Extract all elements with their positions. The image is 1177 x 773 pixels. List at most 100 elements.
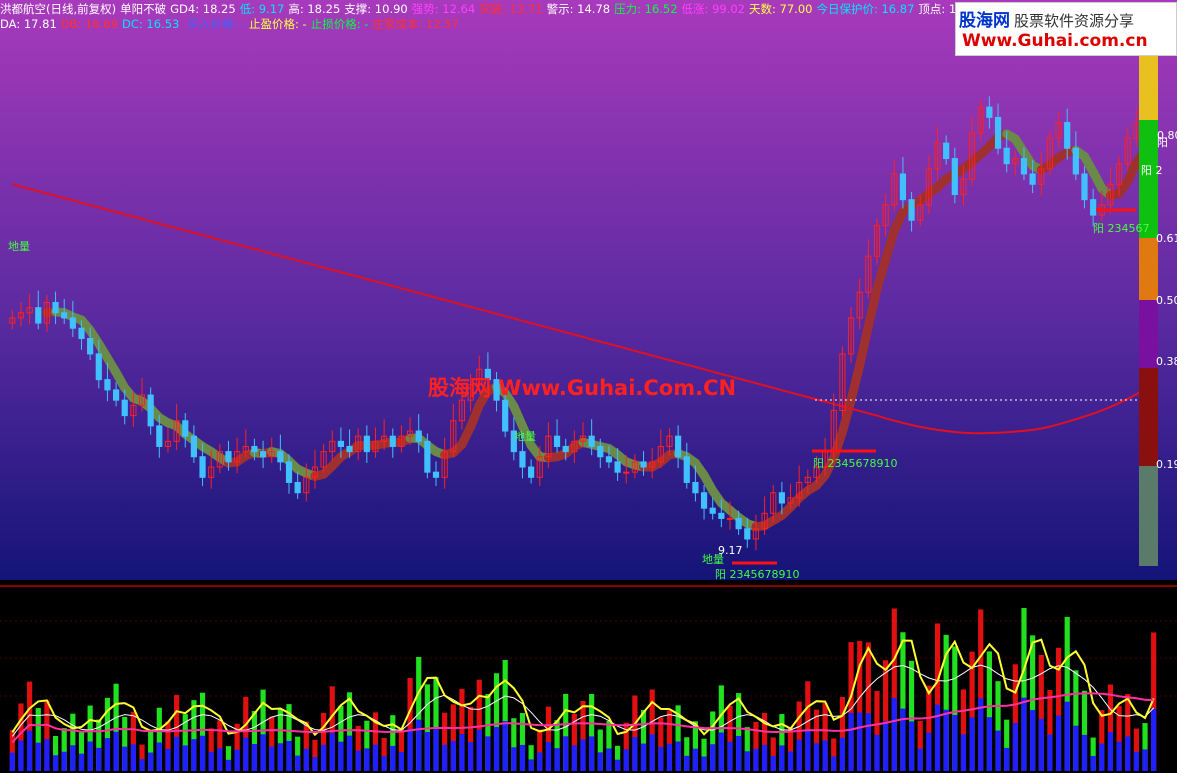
volume-bar-inner [1142,749,1148,771]
volume-bar-inner [926,732,932,771]
volume-bar-inner [355,750,361,771]
volume-bar-inner [900,708,906,771]
indicator-header-row-2: DA: 17.81 DB: 16.69 DC: 16.53 买入价格: - 止盈价格: … [0,16,463,32]
candle-body [182,420,189,437]
volume-bar-inner [675,741,681,771]
volume-bar-inner [407,729,413,771]
volume-bar-inner [312,757,318,771]
candle-body [528,466,535,478]
candle-body [251,445,258,453]
volume-bar-inner [52,755,59,771]
header-row-2-item: DA: 17.81 [0,17,57,31]
volume-bar-inner [1107,732,1114,771]
volume-bar-inner [606,748,612,771]
volume-bar-inner [727,741,733,771]
volume-bar-inner [182,745,188,771]
panel-divider [0,585,1177,587]
candle-body [553,435,561,447]
volume-bar-inner [70,745,76,771]
volume-bar-inner [736,735,742,771]
candle-body [614,461,621,473]
volume-bar-inner [813,743,820,771]
volume-bar-inner [649,734,655,771]
volume-bar-inner [528,759,534,771]
volume-bar-inner [96,747,102,771]
volume-bar-inner [1125,736,1131,771]
volume-bar-inner [338,741,344,771]
volume-bar-inner [260,734,266,771]
header-row-1-item: 警示: 14.78 [546,2,611,16]
scale-label-2: 0.61 [1156,232,1177,245]
volume-bar-inner [701,756,707,771]
volume-bar-inner [61,751,67,771]
candle-body [294,481,301,494]
volume-bar-inner [493,727,500,771]
candle-body [87,337,94,355]
volume-bar-inner [658,746,664,771]
volume-bar-inner [1030,709,1036,771]
volume-bar-inner [571,745,577,771]
volume-bar-inner [519,744,526,771]
volume-bar-inner [831,756,837,771]
indicator-header-row-1: 洪都航空(日线,前复权) 单阳不破 GD4: 18.25 低: 9.17 高: 18.2… [0,1,968,17]
volume-bar-inner [857,712,863,771]
volume-bar-inner [978,698,984,771]
candle-body [1020,158,1028,175]
volume-bar-inner [623,749,629,771]
candle-body [1029,173,1036,185]
volume-bar-inner [485,736,491,771]
candle-body [147,394,154,427]
candle-body [675,435,682,458]
volume-bar-inner [848,712,854,771]
volume-bar-inner [865,713,871,771]
volume-bar-inner [1012,722,1018,771]
volume-bar-inner [787,751,794,771]
price-chart[interactable] [0,0,1177,580]
scale-label-3: 0.50 [1156,294,1177,307]
annotation-yang-1: 阳 2345678910 [715,568,800,581]
volume-bar-inner [476,729,482,771]
annotation-yang-2: 阳 2345678910 [813,457,898,470]
volume-bar-inner [433,728,439,771]
candle-body [190,435,197,458]
candle-body [225,451,232,463]
candle-body [683,456,690,483]
candle-body [735,517,742,530]
volume-bar-inner [554,748,560,771]
volume-bar-inner [156,742,162,771]
volume-bar-inner [148,752,154,771]
volume-bar-inner [597,752,603,771]
header-row-1-item: 强势: 12.64 [411,2,476,16]
volume-bar-inner [234,749,240,771]
volume-bar-inner [442,744,448,771]
candle-body [951,158,958,196]
volume-bar-inner [640,743,647,771]
volume-bar-inner [1081,734,1088,771]
header-row-2-item: DB: 16.69 [60,17,118,31]
volume-chart[interactable] [0,588,1177,773]
candle-body [95,353,102,381]
volume-bar-inner [943,709,949,771]
volume-bar-inner [450,740,456,771]
volume-bar-inner [1004,747,1010,771]
volume-bar-inner [217,748,223,771]
volume-bar-inner [1055,715,1062,771]
volume-bar-inner [87,741,93,771]
candle-body [104,379,111,391]
volume-bar-inner [986,717,992,771]
volume-bar-inner [390,745,396,771]
volume-bar-inner [303,748,309,771]
volume-bar-inner [1038,718,1044,771]
volume-bar-inner [537,752,543,771]
scale-segment-gray [1139,466,1158,566]
candle-body [346,445,353,453]
logo-tagline: 股票软件资源分享 [1014,12,1135,30]
volume-bar-inner [18,740,24,771]
candle-body [112,389,120,401]
header-row-1-item: 高: 18.25 [288,2,341,16]
candle-body [1003,147,1010,165]
watermark-text: 股海网 Www.Guhai.Com.CN [428,376,737,400]
volume-bar-inner [416,719,422,771]
header-row-1-item: 低: 9.17 [239,2,285,16]
volume-bar-inner [563,736,569,771]
